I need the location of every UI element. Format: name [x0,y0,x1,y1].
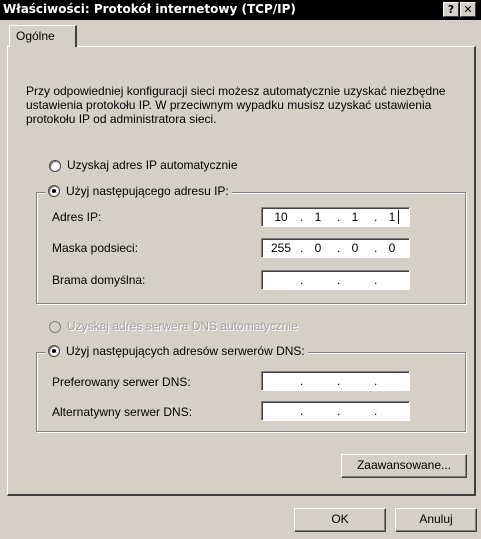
ip-octet: 1 [388,210,396,224]
dns-auto-label[interactable]: Uzyskaj adres serwera DNS automatycznie [67,319,298,333]
ip-dot: . [300,404,304,418]
ip-octet: 0 [388,241,396,255]
alternate-dns-field[interactable]: . . . [261,401,410,421]
ip-manual-radio[interactable] [48,185,60,197]
ip-dot: . [374,404,378,418]
close-icon[interactable]: ✕ [460,2,476,17]
ip-dot: . [374,273,378,287]
dns-manual-radio[interactable] [48,345,60,357]
default-gateway-label: Brama domyślna: [52,273,146,287]
ip-dot: . [374,210,378,224]
preferred-dns-field[interactable]: . . . [261,371,410,391]
ip-dot: . [337,241,341,255]
ip-octet: 255 [270,241,292,255]
ip-octet: 10 [274,210,288,224]
ip-dot: . [374,374,378,388]
ok-button[interactable]: OK [294,508,386,532]
ip-dot: . [300,210,304,224]
default-gateway-field[interactable]: . . . [261,270,410,290]
tab-general[interactable]: Ogólne [9,25,77,47]
ip-dot: . [300,241,304,255]
dns-manual-label[interactable]: Użyj następujących adresów serwerów DNS: [66,344,305,358]
ip-auto-radio[interactable] [49,160,61,172]
ip-manual-label[interactable]: Użyj następującego adresu IP: [66,184,229,198]
ip-octet: 1 [314,210,322,224]
preferred-dns-label: Preferowany serwer DNS: [52,375,191,389]
tab-general-label: Ogólne [16,29,55,43]
ip-octet: 1 [351,210,359,224]
text-caret [398,210,399,224]
ip-address-field[interactable]: 10 . 1 . 1 . 1 [261,207,410,227]
subnet-mask-field[interactable]: 255 . 0 . 0 . 0 [261,238,410,258]
ip-dot: . [337,404,341,418]
ip-dot: . [337,210,341,224]
ip-octet: 0 [351,241,359,255]
ip-dot: . [337,374,341,388]
alternate-dns-label: Alternatywny serwer DNS: [52,405,193,419]
ip-dot: . [374,241,378,255]
ip-auto-label[interactable]: Uzyskaj adres IP automatycznie [67,158,238,172]
dns-manual-legend: Użyj następujących adresów serwerów DNS: [45,343,308,359]
window-title: Właściwości: Protokół internetowy (TCP/I… [3,2,296,16]
ip-dot: . [300,374,304,388]
help-button[interactable]: ? [443,2,459,17]
title-bar[interactable]: Właściwości: Protokół internetowy (TCP/I… [0,0,481,20]
dns-auto-radio[interactable] [49,321,61,333]
advanced-button[interactable]: Zaawansowane... [341,454,467,478]
ip-dot: . [337,273,341,287]
ip-address-label: Adres IP: [52,210,102,224]
ip-dot: . [300,273,304,287]
ip-manual-legend: Użyj następującego adresu IP: [45,183,232,199]
subnet-mask-label: Maska podsieci: [52,241,139,255]
description-text: Przy odpowiedniej konfiguracji sieci moż… [26,84,446,126]
cancel-button[interactable]: Anuluj [395,508,477,532]
ip-octet: 0 [314,241,322,255]
